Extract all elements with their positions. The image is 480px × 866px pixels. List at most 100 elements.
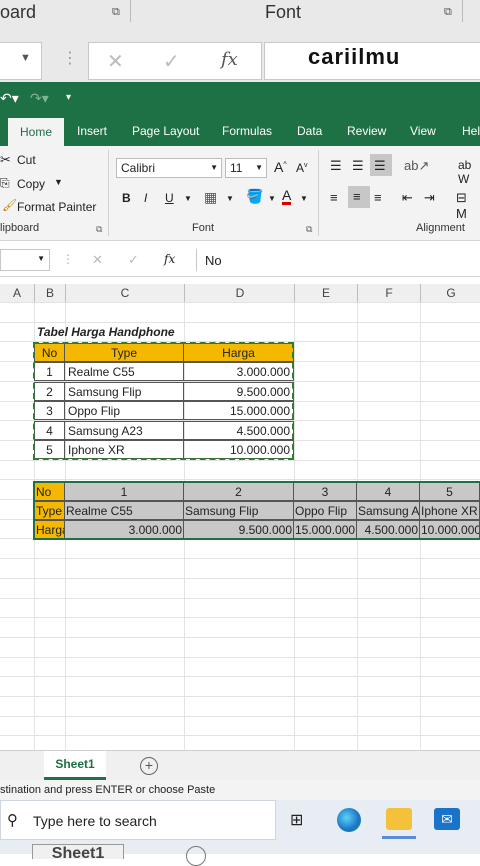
enter-icon: ✓ bbox=[163, 51, 180, 73]
search-placeholder: Type here to search bbox=[33, 813, 157, 829]
font-color-icon[interactable]: A bbox=[282, 188, 292, 205]
insert-function-icon[interactable]: fx bbox=[164, 252, 175, 266]
font-size-value: 11 bbox=[230, 161, 243, 175]
sheet-tab-bar: Sheet1 + bbox=[0, 750, 480, 781]
decrease-font-icon[interactable]: Av bbox=[296, 161, 308, 175]
chevron-down-icon: ▼ bbox=[37, 254, 45, 263]
align-middle-icon[interactable]: ☰ bbox=[352, 158, 364, 174]
redo-icon[interactable]: ↷▾ bbox=[30, 90, 49, 107]
column-header-a[interactable]: A bbox=[0, 284, 34, 303]
cut-button[interactable]: Cut bbox=[17, 153, 36, 167]
zoom-overlay: oard ⧉ Font ⧉ ▼ ⋮ ✕ ✓ fx cariilmu bbox=[0, 0, 480, 82]
grid-row-line bbox=[0, 577, 480, 579]
dialog-launcher-icon: ⧉ bbox=[444, 6, 452, 18]
increase-indent-icon[interactable]: ⇥ bbox=[424, 190, 435, 206]
chevron-down-icon[interactable]: ▼ bbox=[54, 177, 63, 187]
grid-row-line bbox=[0, 597, 480, 599]
orientation-icon[interactable]: ab↗ bbox=[404, 158, 429, 174]
dialog-launcher-icon[interactable]: ⧉ bbox=[306, 224, 312, 235]
copy-button[interactable]: Copy bbox=[17, 177, 45, 191]
more-icon: ⋮ bbox=[62, 50, 78, 67]
tab-view[interactable]: View bbox=[410, 124, 436, 138]
file-explorer-icon[interactable] bbox=[386, 808, 412, 830]
cut-icon[interactable]: ✂ bbox=[0, 152, 11, 168]
mail-icon[interactable]: ✉ bbox=[434, 808, 460, 830]
function-icon: fx bbox=[221, 49, 238, 70]
format-painter-button[interactable]: Format Painter bbox=[17, 200, 96, 214]
align-bottom-button[interactable]: ☰ bbox=[370, 154, 392, 176]
formula-input[interactable]: No bbox=[196, 249, 480, 271]
tab-review[interactable]: Review bbox=[347, 124, 386, 138]
column-header-f[interactable]: F bbox=[357, 284, 420, 303]
tab-help[interactable]: Hel bbox=[462, 124, 480, 138]
taskbar-search[interactable]: ⚲ Type here to search bbox=[0, 800, 276, 840]
increase-font-icon[interactable]: A^ bbox=[274, 159, 287, 175]
grid-row-line bbox=[0, 696, 480, 697]
column-header-g[interactable]: G bbox=[420, 284, 480, 303]
chevron-down-icon: ▼ bbox=[255, 163, 263, 172]
font-name-select[interactable]: Calibri ▼ bbox=[116, 158, 222, 178]
clipboard-group-label: lipboard bbox=[0, 222, 40, 234]
tab-page-layout[interactable]: Page Layout bbox=[132, 124, 199, 138]
align-center-button[interactable]: ≡ bbox=[348, 186, 370, 208]
align-left-icon[interactable]: ≡ bbox=[330, 190, 338, 205]
copy-marquee bbox=[33, 342, 294, 460]
ribbon-body: ✂ Cut ⎘ Copy ▼ 🖌 Format Painter lipboard… bbox=[0, 146, 480, 241]
tab-home[interactable]: Home bbox=[8, 118, 64, 146]
cancel-icon[interactable]: ✕ bbox=[92, 252, 103, 268]
tab-formulas[interactable]: Formulas bbox=[222, 124, 272, 138]
status-bar: stination and press ENTER or choose Past… bbox=[0, 780, 480, 800]
status-message: stination and press ENTER or choose Past… bbox=[0, 784, 216, 796]
font-size-select[interactable]: 11 ▼ bbox=[225, 158, 267, 178]
sheet-tab-sheet1[interactable]: Sheet1 bbox=[44, 751, 106, 780]
grid-row-line bbox=[0, 636, 480, 638]
grid-row-line bbox=[0, 735, 480, 737]
undo-icon[interactable]: ↶▾ bbox=[0, 90, 19, 107]
grid-row-line bbox=[0, 617, 480, 619]
name-box[interactable]: ▼ bbox=[0, 249, 50, 271]
chevron-down-icon: ▼ bbox=[210, 163, 218, 172]
copy-icon[interactable]: ⎘ bbox=[0, 176, 10, 191]
column-header-e[interactable]: E bbox=[294, 284, 357, 303]
fill-color-icon[interactable]: 🪣 bbox=[246, 188, 263, 205]
edge-icon[interactable] bbox=[337, 808, 361, 832]
tab-insert[interactable]: Insert bbox=[77, 124, 107, 138]
task-view-icon[interactable]: ⊞ bbox=[290, 810, 303, 830]
chevron-down-icon[interactable]: ▼ bbox=[226, 194, 234, 203]
tab-data[interactable]: Data bbox=[297, 124, 322, 138]
grid-row-line bbox=[0, 656, 480, 658]
dialog-launcher-icon[interactable]: ⧉ bbox=[96, 224, 102, 235]
paintbrush-icon[interactable]: 🖌 bbox=[2, 198, 17, 212]
selection-border bbox=[33, 481, 480, 540]
active-indicator bbox=[382, 836, 416, 839]
ghost-font-label: Font bbox=[265, 2, 302, 22]
more-icon: ⋮ bbox=[62, 252, 74, 266]
column-header-b[interactable]: B bbox=[34, 284, 65, 303]
grid-row-line bbox=[0, 302, 480, 303]
borders-icon[interactable]: ▦ bbox=[204, 189, 217, 206]
merge-center-icon[interactable]: ⊟ M bbox=[456, 190, 480, 221]
align-bottom-icon: ☰ bbox=[374, 158, 386, 173]
decrease-indent-icon[interactable]: ⇤ bbox=[402, 190, 413, 206]
chevron-down-icon[interactable]: ▼ bbox=[184, 194, 192, 203]
column-header-c[interactable]: C bbox=[65, 284, 184, 303]
underline-icon[interactable]: U bbox=[165, 191, 174, 205]
wrap-text-icon[interactable]: ab W bbox=[458, 158, 480, 186]
bold-icon[interactable]: B bbox=[122, 191, 131, 205]
align-right-icon[interactable]: ≡ bbox=[374, 190, 382, 205]
chevron-down-icon[interactable]: ▼ bbox=[300, 194, 308, 203]
column-header-d[interactable]: D bbox=[184, 284, 295, 303]
ghost-clipboard-label: oard bbox=[0, 2, 37, 22]
enter-icon[interactable]: ✓ bbox=[128, 252, 139, 268]
add-sheet-icon[interactable]: + bbox=[140, 757, 158, 775]
formula-bar: ▼ ⋮ ✕ ✓ fx No bbox=[0, 246, 480, 277]
chevron-down-icon[interactable]: ▼ bbox=[268, 194, 276, 203]
italic-icon[interactable]: I bbox=[144, 191, 147, 205]
customize-qat-icon[interactable]: ▾ bbox=[66, 92, 71, 103]
font-group-label: Font bbox=[192, 222, 215, 234]
windows-taskbar: ⚲ Type here to search ⊞ ✉ Sheet1 bbox=[0, 800, 480, 866]
grid-row-line bbox=[0, 715, 480, 717]
dialog-launcher-icon: ⧉ bbox=[112, 6, 120, 18]
ghost-formula-buttons: ✕ ✓ fx bbox=[88, 42, 262, 80]
align-top-icon[interactable]: ☰ bbox=[330, 158, 342, 174]
